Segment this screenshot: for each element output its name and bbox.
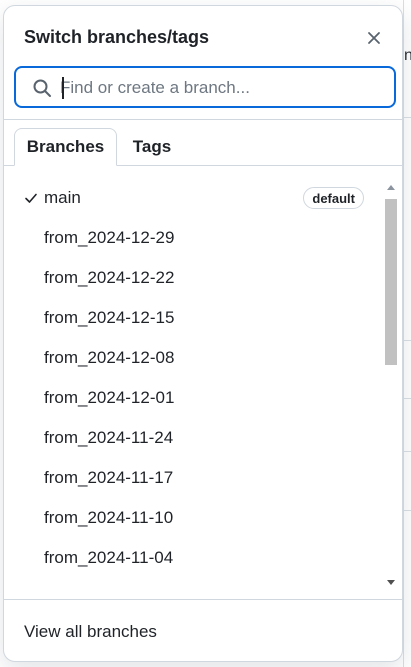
background-row-line — [403, 398, 411, 399]
search-input[interactable] — [60, 74, 380, 102]
dialog-header: Switch branches/tags — [4, 6, 402, 64]
tab-tags[interactable]: Tags — [117, 128, 187, 166]
search-icon — [33, 79, 51, 97]
branch-name: from_2024-11-24 — [44, 428, 174, 447]
close-button[interactable] — [360, 24, 388, 52]
branch-name: from_2024-11-04 — [44, 548, 174, 567]
scrollbar-thumb[interactable] — [385, 199, 397, 365]
branch-switcher-dialog: Switch branches/tags Branches Tags main … — [3, 5, 403, 662]
list-item[interactable]: from_2024-11-04 — [4, 538, 382, 578]
branch-name: main — [44, 188, 81, 207]
branch-name: from_2024-12-15 — [44, 308, 175, 327]
scroll-down-arrow-icon[interactable] — [387, 580, 395, 585]
list-item[interactable]: from_2024-11-10 — [4, 498, 382, 538]
list-item[interactable]: from_2024-12-15 — [4, 298, 382, 338]
check-icon — [25, 193, 37, 203]
list-scrollbar[interactable] — [384, 183, 398, 587]
list-item[interactable]: from_2024-12-29 — [4, 218, 382, 258]
divider — [4, 599, 402, 600]
background-divider — [403, 0, 404, 667]
list-item[interactable]: from_2024-12-01 — [4, 378, 382, 418]
list-item[interactable]: from_2024-11-24 — [4, 418, 382, 458]
branch-name: from_2024-11-17 — [44, 468, 174, 487]
branch-name: from_2024-12-08 — [44, 348, 175, 367]
branch-name: from_2024-12-22 — [44, 268, 175, 287]
default-badge: default — [303, 187, 364, 209]
list-item[interactable]: from_2024-12-08 — [4, 338, 382, 378]
branch-item-main[interactable]: main default — [4, 178, 382, 218]
background-row-line — [403, 117, 411, 118]
branch-name: from_2024-12-29 — [44, 228, 175, 247]
view-all-branches-link[interactable]: View all branches — [24, 622, 157, 642]
branch-name: from_2024-12-01 — [44, 388, 175, 407]
branch-name: from_2024-11-10 — [44, 508, 174, 527]
list-item[interactable]: from_2024-12-22 — [4, 258, 382, 298]
search-field[interactable] — [14, 66, 396, 108]
list-item[interactable]: from_2024-11-17 — [4, 458, 382, 498]
background-row-line — [403, 451, 411, 452]
tab-bar: Branches Tags — [4, 128, 402, 166]
close-icon — [368, 32, 380, 44]
divider — [4, 119, 402, 120]
branch-list: main default from_2024-12-29 from_2024-1… — [4, 178, 382, 588]
background-row-line — [403, 510, 411, 511]
scroll-up-arrow-icon[interactable] — [387, 185, 395, 190]
background-row-line — [403, 340, 411, 341]
dialog-title: Switch branches/tags — [24, 27, 210, 47]
background-text: n — [404, 47, 411, 64]
text-caret — [62, 77, 64, 99]
tab-branches[interactable]: Branches — [14, 128, 117, 166]
